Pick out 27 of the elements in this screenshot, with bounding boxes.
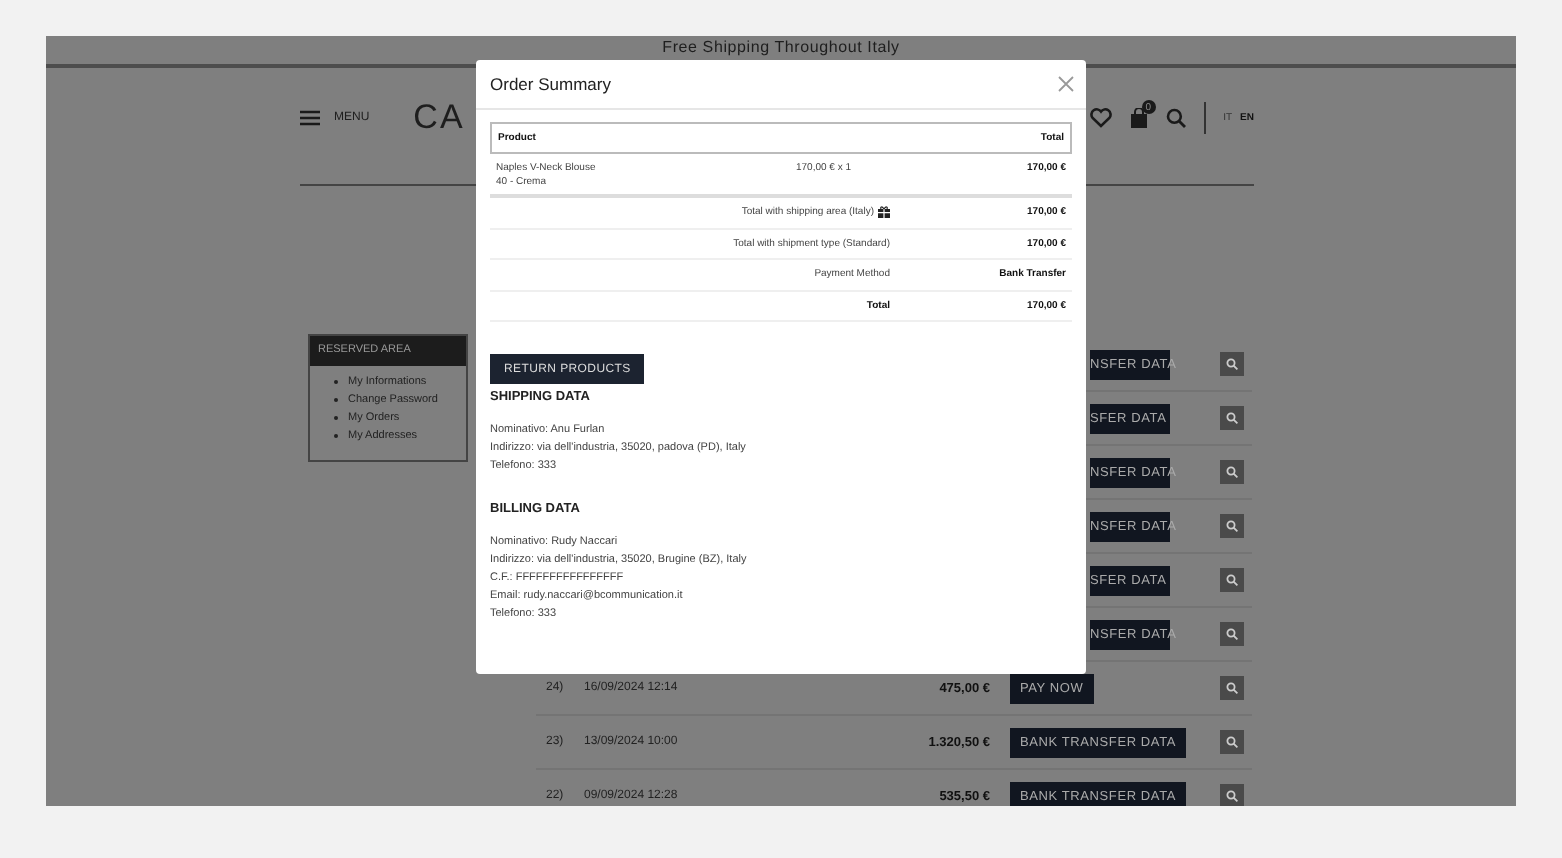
menu-icon [300, 110, 320, 126]
view-order-button[interactable] [1220, 730, 1244, 754]
search-icon [1226, 628, 1238, 640]
search-icon [1226, 790, 1238, 802]
close-icon[interactable] [1058, 76, 1074, 92]
view-order-button[interactable] [1220, 514, 1244, 538]
view-order-button[interactable] [1220, 676, 1244, 700]
heart-icon[interactable] [1089, 108, 1112, 128]
bag-icon [1129, 108, 1148, 128]
search-icon[interactable] [1165, 108, 1186, 128]
search-icon [1226, 412, 1238, 424]
view-order-button[interactable] [1220, 406, 1244, 430]
promo-text: Free Shipping Throughout Italy [662, 38, 900, 56]
search-icon [1226, 466, 1238, 478]
view-order-button[interactable] [1220, 784, 1244, 806]
view-order-button[interactable] [1220, 622, 1244, 646]
view-order-button[interactable] [1220, 460, 1244, 484]
view-order-button[interactable] [1220, 352, 1244, 376]
search-icon [1226, 682, 1238, 694]
search-icon [1226, 574, 1238, 586]
logo[interactable]: CA [413, 98, 465, 138]
search-icon [1226, 358, 1238, 370]
view-order-button[interactable] [1220, 568, 1244, 592]
search-icon [1226, 736, 1238, 748]
search-icon [1226, 520, 1238, 532]
gift-icon [878, 206, 890, 219]
dialog-title: Order Summary [490, 74, 611, 94]
